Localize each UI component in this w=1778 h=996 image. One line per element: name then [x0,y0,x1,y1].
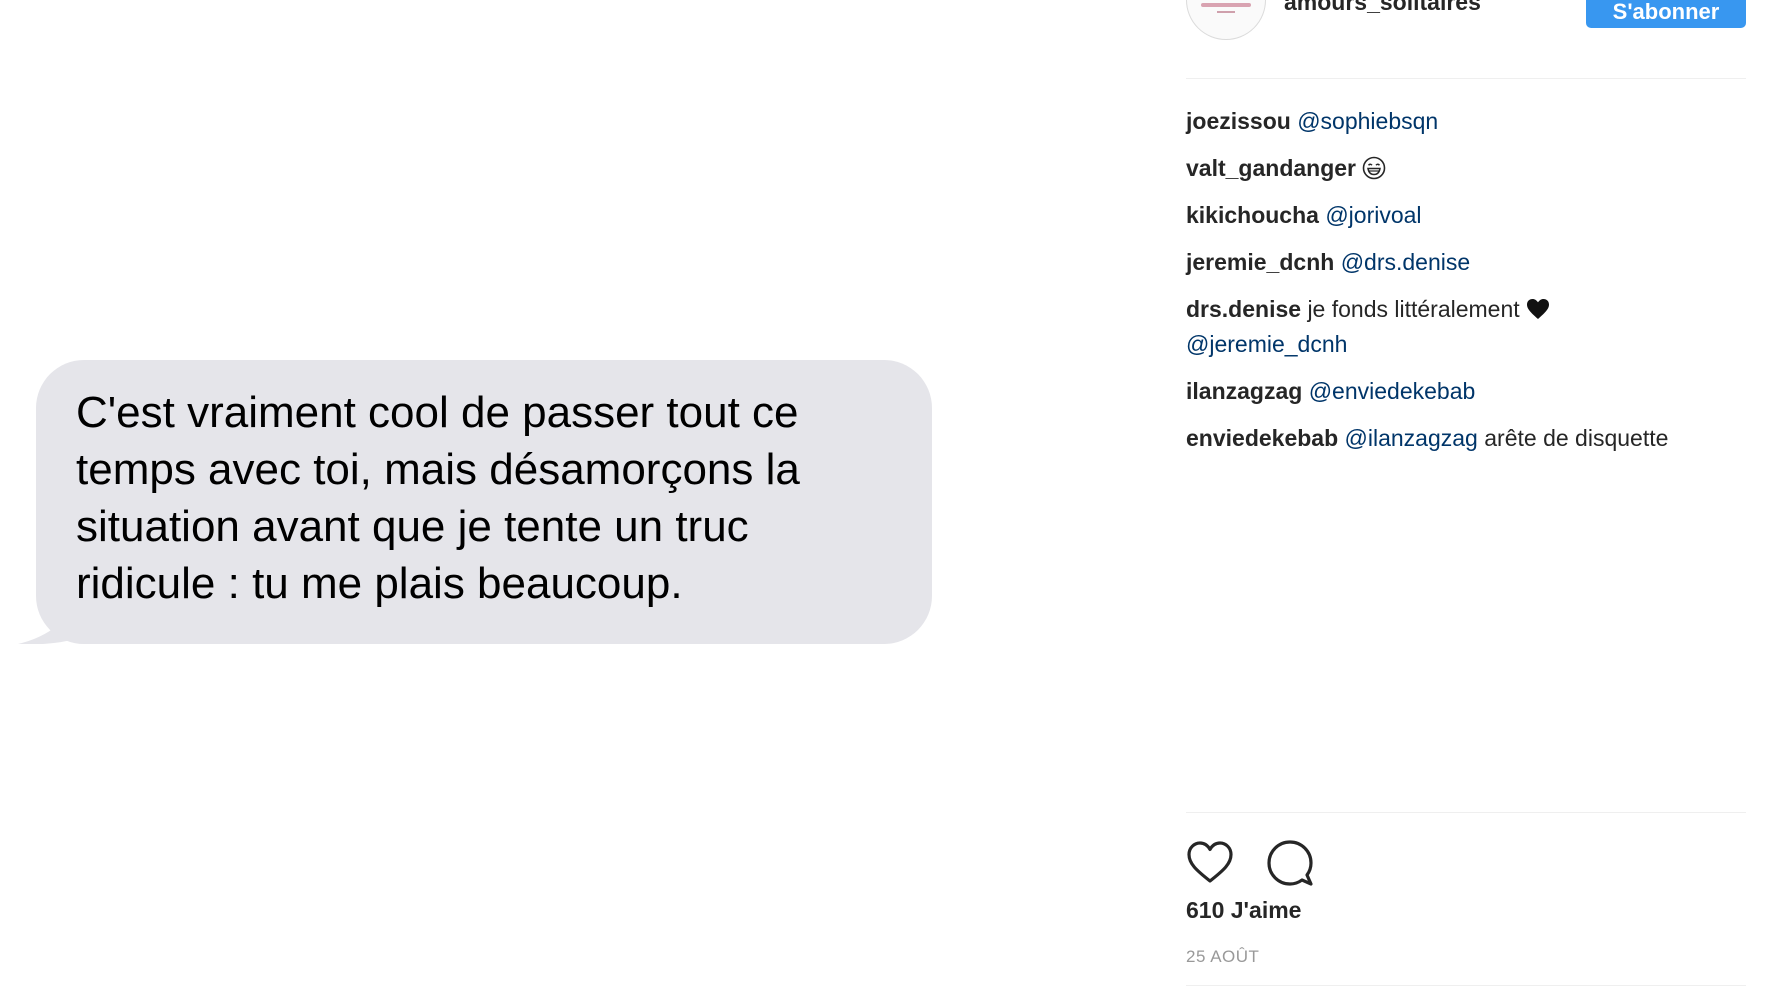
comment-text: arête de disquette [1484,425,1669,451]
avatar-logo-mark-small [1217,11,1235,13]
comment-username[interactable]: enviedekebab [1186,425,1338,451]
message-bubble: C'est vraiment cool de passer tout ce te… [36,360,932,644]
comment-mention[interactable]: @drs.denise [1341,249,1470,275]
black-heart-icon [1527,299,1550,319]
follow-button[interactable]: S'abonner [1586,0,1746,28]
comment: drs.denise je fonds littéralement @jerem… [1186,292,1706,362]
comment-mention[interactable]: @ilanzagzag [1345,425,1478,451]
comment-username[interactable]: drs.denise [1186,296,1301,322]
comment-username[interactable]: ilanzagzag [1186,378,1302,404]
comment-text: je fonds littéralement [1307,296,1520,322]
comment-username[interactable]: kikichoucha [1186,202,1319,228]
comment-username[interactable]: valt_gandanger [1186,155,1356,181]
likes-count[interactable]: 610 J'aime [1186,897,1301,924]
comment-mention[interactable]: @sophiebsqn [1297,108,1438,134]
comment: joezissou @sophiebsqn [1186,104,1706,139]
comment-username[interactable]: joezissou [1186,108,1291,134]
account-username[interactable]: amours_solitaires [1284,0,1481,16]
post-actions: 610 J'aime 25 AOÛT [1186,812,1746,986]
comment-username[interactable]: jeremie_dcnh [1186,249,1334,275]
post-side-panel: amours_solitaires S'abonner joezissou @s… [1186,0,1746,996]
comment: jeremie_dcnh @drs.denise [1186,245,1706,280]
comment: enviedekebab @ilanzagzag arête de disque… [1186,421,1706,456]
post-header: amours_solitaires S'abonner [1186,0,1746,79]
message-text: C'est vraiment cool de passer tout ce te… [76,388,800,608]
comments-list: joezissou @sophiebsqn valt_gandanger kik… [1186,104,1706,468]
comment: ilanzagzag @enviedekebab [1186,374,1706,409]
comment-mention[interactable]: @jeremie_dcnh [1186,331,1347,357]
post-image: C'est vraiment cool de passer tout ce te… [0,0,1170,996]
heart-icon[interactable] [1186,839,1234,887]
avatar[interactable] [1186,0,1266,40]
grinning-face-icon [1363,156,1386,180]
instagram-post: C'est vraiment cool de passer tout ce te… [0,0,1778,996]
comment-mention[interactable]: @jorivoal [1325,202,1421,228]
post-date: 25 AOÛT [1186,947,1260,966]
comment-mention[interactable]: @enviedekebab [1309,378,1476,404]
avatar-logo-mark [1201,3,1251,7]
comment: valt_gandanger [1186,151,1706,186]
divider [1186,985,1746,986]
comment-icon[interactable] [1266,839,1314,887]
comment: kikichoucha @jorivoal [1186,198,1706,233]
